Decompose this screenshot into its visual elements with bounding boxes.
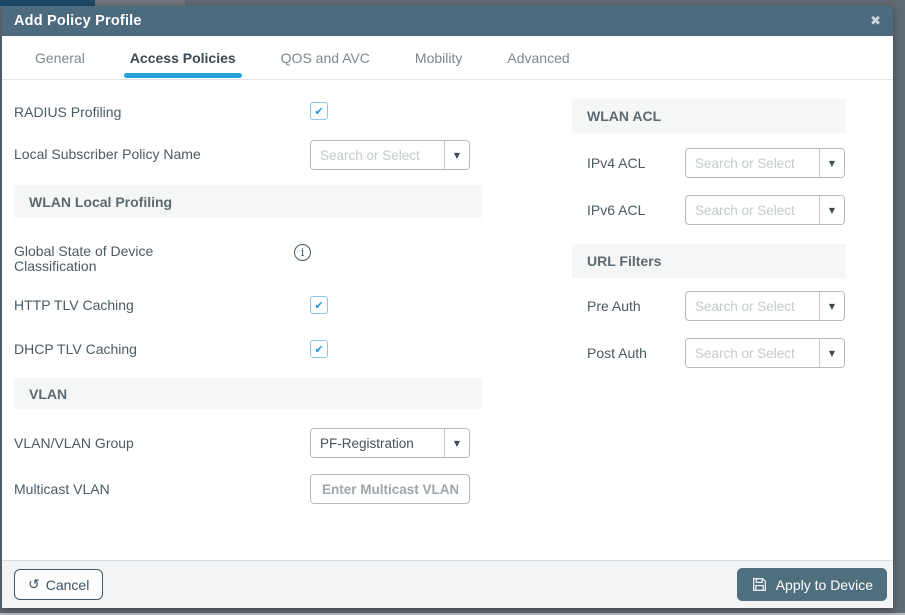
tab-label: QOS and AVC — [281, 50, 370, 66]
tab-mobility[interactable]: Mobility — [409, 36, 468, 79]
chevron-down-icon: ▼ — [829, 206, 835, 215]
tab-access-policies[interactable]: Access Policies — [124, 36, 242, 79]
dropdown-caret-button[interactable]: ▼ — [444, 141, 469, 169]
chevron-down-icon: ▼ — [829, 349, 835, 358]
chevron-down-icon: ▼ — [829, 302, 835, 311]
chevron-down-icon: ▼ — [454, 439, 460, 448]
check-icon: ✔ — [314, 300, 323, 311]
cancel-button[interactable]: ↺ Cancel — [14, 569, 103, 600]
multicast-vlan-label: Multicast VLAN — [14, 482, 110, 497]
tab-label: Advanced — [507, 50, 569, 66]
tab-general[interactable]: General — [29, 36, 91, 79]
http-tlv-caching-label: HTTP TLV Caching — [14, 298, 134, 313]
section-vlan: VLAN — [14, 378, 482, 409]
dropdown-caret-button[interactable]: ▼ — [819, 339, 844, 367]
apply-to-device-button[interactable]: Apply to Device — [737, 568, 887, 601]
ipv6-acl-label: IPv6 ACL — [587, 203, 645, 218]
post-auth-input[interactable] — [686, 339, 819, 367]
ipv4-acl-input[interactable] — [686, 149, 819, 177]
dropdown-caret-button[interactable]: ▼ — [819, 292, 844, 320]
ipv4-acl-select[interactable]: ▼ — [685, 148, 845, 178]
section-url-filters: URL Filters — [572, 244, 846, 278]
tab-qos-and-avc[interactable]: QOS and AVC — [275, 36, 376, 79]
add-policy-profile-dialog: Add Policy Profile ✖ General Access Poli… — [2, 6, 893, 608]
ipv4-acl-label: IPv4 ACL — [587, 156, 645, 171]
post-auth-select[interactable]: ▼ — [685, 338, 845, 368]
section-title: VLAN — [29, 386, 67, 402]
section-wlan-acl: WLAN ACL — [572, 99, 846, 133]
info-icon[interactable]: i — [294, 244, 311, 261]
multicast-vlan-input[interactable] — [310, 474, 470, 504]
radius-profiling-label: RADIUS Profiling — [14, 105, 121, 120]
apply-button-label: Apply to Device — [776, 577, 873, 593]
post-auth-label: Post Auth — [587, 346, 647, 361]
active-tab-underline — [124, 73, 242, 78]
pre-auth-label: Pre Auth — [587, 299, 641, 314]
section-wlan-local-profiling: WLAN Local Profiling — [14, 185, 482, 218]
ipv6-acl-select[interactable]: ▼ — [685, 195, 845, 225]
dhcp-tlv-caching-label: DHCP TLV Caching — [14, 342, 137, 357]
http-tlv-caching-checkbox[interactable]: ✔ — [310, 296, 328, 314]
vlan-vlan-group-input[interactable] — [311, 429, 444, 457]
tab-label: Mobility — [415, 50, 462, 66]
undo-icon: ↺ — [28, 578, 40, 592]
dialog-titlebar: Add Policy Profile ✖ — [2, 6, 893, 36]
radius-profiling-checkbox[interactable]: ✔ — [310, 102, 328, 120]
dropdown-caret-button[interactable]: ▼ — [819, 149, 844, 177]
chevron-down-icon: ▼ — [454, 151, 460, 160]
cancel-button-label: Cancel — [46, 577, 90, 593]
local-subscriber-policy-name-input[interactable] — [311, 141, 444, 169]
section-title: URL Filters — [587, 253, 661, 269]
chevron-down-icon: ▼ — [829, 159, 835, 168]
ipv6-acl-input[interactable] — [686, 196, 819, 224]
tab-advanced[interactable]: Advanced — [501, 36, 575, 79]
check-icon: ✔ — [314, 344, 323, 355]
local-subscriber-policy-name-label: Local Subscriber Policy Name — [14, 147, 201, 162]
dropdown-caret-button[interactable]: ▼ — [819, 196, 844, 224]
save-icon — [751, 576, 768, 593]
section-title: WLAN Local Profiling — [29, 194, 172, 210]
close-icon[interactable]: ✖ — [870, 14, 881, 29]
global-state-of-device-classification-label: Global State of Device Classification — [14, 244, 204, 273]
check-icon: ✔ — [314, 106, 323, 117]
vlan-vlan-group-label: VLAN/VLAN Group — [14, 436, 134, 451]
dropdown-caret-button[interactable]: ▼ — [444, 429, 469, 457]
local-subscriber-policy-name-select[interactable]: ▼ — [310, 140, 470, 170]
dialog-tabs: General Access Policies QOS and AVC Mobi… — [2, 36, 893, 80]
section-title: WLAN ACL — [587, 108, 661, 124]
tab-label: General — [35, 50, 85, 66]
tab-label: Access Policies — [130, 50, 236, 66]
info-icon-glyph: i — [301, 247, 305, 258]
vlan-vlan-group-select[interactable]: ▼ — [310, 428, 470, 458]
pre-auth-select[interactable]: ▼ — [685, 291, 845, 321]
dialog-footer: ↺ Cancel Apply to Device — [2, 560, 893, 608]
pre-auth-input[interactable] — [686, 292, 819, 320]
dhcp-tlv-caching-checkbox[interactable]: ✔ — [310, 340, 328, 358]
dialog-title: Add Policy Profile — [14, 13, 142, 29]
